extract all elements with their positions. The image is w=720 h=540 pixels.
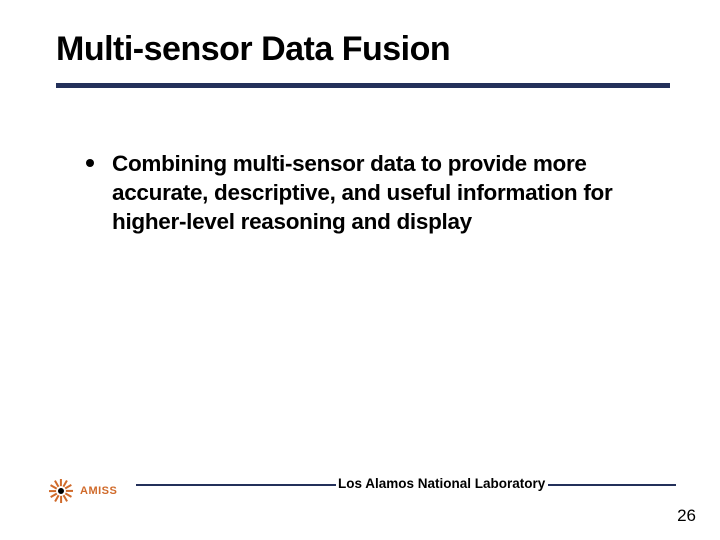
page-number: 26 xyxy=(677,506,696,526)
slide-title: Multi-sensor Data Fusion xyxy=(56,30,680,69)
slide: Multi-sensor Data Fusion Combining multi… xyxy=(0,0,720,540)
footer-rule-left xyxy=(136,484,336,486)
title-area: Multi-sensor Data Fusion xyxy=(56,30,680,88)
bullet-item: Combining multi-sensor data to provide m… xyxy=(86,150,664,236)
body-area: Combining multi-sensor data to provide m… xyxy=(86,150,664,236)
logo: AMISS xyxy=(48,478,117,504)
logo-text: AMISS xyxy=(80,485,117,497)
footer: AMISS Los Alamos National Laboratory xyxy=(0,464,720,508)
footer-label: Los Alamos National Laboratory xyxy=(338,476,545,491)
title-underline xyxy=(56,83,670,88)
logo-mark-icon xyxy=(48,478,74,504)
bullet-text: Combining multi-sensor data to provide m… xyxy=(112,150,664,236)
bullet-dot-icon xyxy=(86,159,94,167)
logo-center-icon xyxy=(56,486,66,496)
footer-rule-right xyxy=(548,484,676,486)
